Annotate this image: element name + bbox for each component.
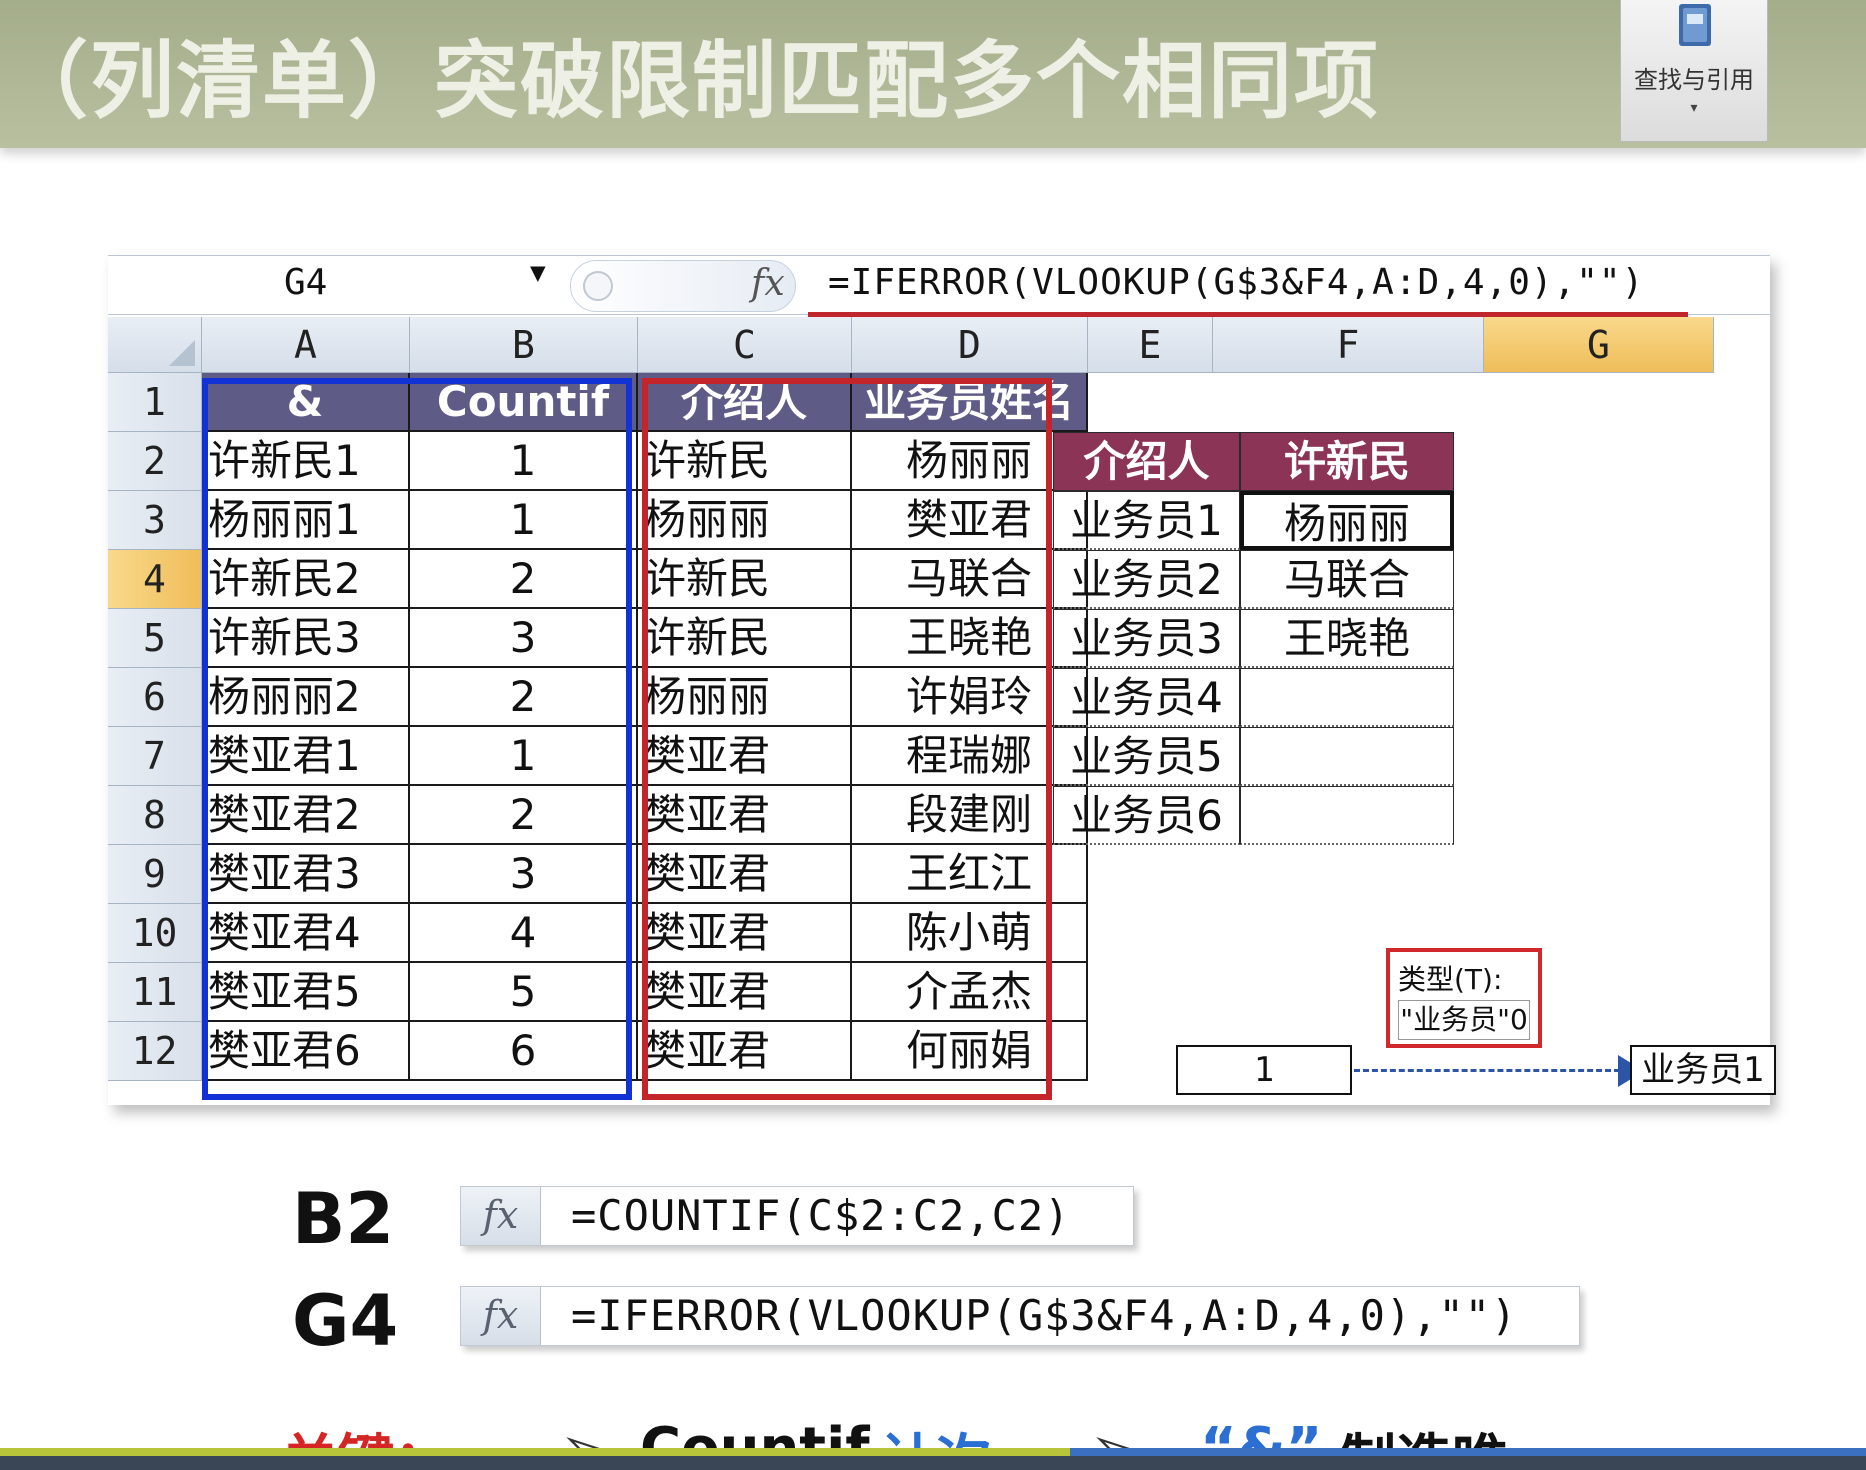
example-cell-label-g4: G4 (292, 1280, 399, 1362)
format-type-input[interactable]: "业务员"0 (1398, 1000, 1530, 1040)
example-formula-b2: =COUNTIF(C$2:C2,C2) (571, 1191, 1071, 1240)
progress-strip-green (0, 1448, 1070, 1456)
ribbon-button-label: 查找与引用 (1634, 66, 1754, 94)
lookup-reference-ribbon-button[interactable]: 查找与引用 ▾ (1620, 0, 1768, 142)
lookup-header-right[interactable]: 许新民 (1240, 432, 1454, 491)
example-formula-bar-b2: fx =COUNTIF(C$2:C2,C2) (460, 1186, 1134, 1246)
key-points-line: 关键： ➢ Countif 计次 ➢ “&” 制造唯一 (0, 1400, 1866, 1452)
example-formula-g4: =IFERROR(VLOOKUP(G$3&F4,A:D,4,0),"") (571, 1291, 1518, 1340)
format-demo-output: 业务员1 (1630, 1045, 1776, 1095)
column-header-e[interactable]: E (1088, 317, 1213, 373)
name-box-dropdown-icon[interactable]: ▼ (530, 258, 546, 288)
lookup-row-value[interactable]: 王晓艳 (1240, 609, 1454, 668)
key-point-make-unique: 制造唯一 (1340, 1416, 1564, 1452)
bullet-arrow-icon: ➢ (560, 1416, 607, 1452)
lookup-row-label[interactable]: 业务员1 (1053, 491, 1240, 550)
column-header-d[interactable]: D (852, 317, 1088, 373)
lookup-row-value[interactable] (1240, 668, 1454, 727)
format-demo-input: 1 (1176, 1045, 1352, 1095)
example-cell-label-b2: B2 (292, 1178, 395, 1260)
name-box[interactable]: G4 ▼ (108, 256, 568, 314)
lookup-row-value[interactable] (1240, 786, 1454, 845)
row-header-3[interactable]: 3 (108, 491, 202, 550)
column-header-g[interactable]: G (1484, 317, 1714, 373)
key-point-countif: Countif (640, 1416, 870, 1452)
slide-title-bar: （列清单）突破限制匹配多个相同项 查找与引用 ▾ (0, 0, 1866, 148)
format-type-label: 类型(T): (1398, 963, 1503, 996)
source-columns-highlight (642, 378, 1052, 1100)
row-header-12[interactable]: 12 (108, 1022, 202, 1081)
bullet-arrow-icon: ➢ (1090, 1416, 1137, 1452)
formula-bar: G4 ▼ fx =IFERROR(VLOOKUP(G$3&F4,A:D,4,0)… (108, 255, 1770, 318)
row-header-11[interactable]: 11 (108, 963, 202, 1022)
row-header-5[interactable]: 5 (108, 609, 202, 668)
fx-icon: fx (461, 1187, 541, 1245)
column-header-b[interactable]: B (410, 317, 638, 373)
chevron-down-icon[interactable]: ▾ (1621, 100, 1767, 116)
fx-icon: fx (461, 1287, 541, 1345)
excel-sheet-panel: G4 ▼ fx =IFERROR(VLOOKUP(G$3&F4,A:D,4,0)… (108, 255, 1776, 1105)
lookup-header-left[interactable]: 介绍人 (1053, 432, 1240, 491)
row-header-7[interactable]: 7 (108, 727, 202, 786)
insert-function-button[interactable]: fx (751, 263, 785, 304)
lookup-row-label[interactable]: 业务员3 (1053, 609, 1240, 668)
custom-format-dialog-snippet: 类型(T): "业务员"0 (1386, 948, 1542, 1048)
book-icon (1679, 4, 1711, 46)
key-label: 关键： (282, 1416, 450, 1452)
row-header-4[interactable]: 4 (108, 550, 202, 609)
lookup-row-value[interactable]: 马联合 (1240, 550, 1454, 609)
formula-bar-controls: fx (570, 260, 796, 312)
formula-input[interactable]: =IFERROR(VLOOKUP(G$3&F4,A:D,4,0),"") (828, 262, 1644, 303)
example-formula-bar-g4: fx =IFERROR(VLOOKUP(G$3&F4,A:D,4,0),"") (460, 1286, 1580, 1346)
column-header-a[interactable]: A (202, 317, 410, 373)
format-demo-arrow-line (1354, 1069, 1620, 1072)
key-point-count-times: 计次 (880, 1416, 992, 1452)
row-header-2[interactable]: 2 (108, 432, 202, 491)
helper-columns-highlight (202, 378, 632, 1100)
lookup-row-value[interactable] (1240, 727, 1454, 786)
lookup-row-label[interactable]: 业务员4 (1053, 668, 1240, 727)
key-point-ampersand: “&” (1200, 1416, 1323, 1452)
progress-strip-blue (1070, 1448, 1866, 1456)
row-header-8[interactable]: 8 (108, 786, 202, 845)
active-cell-g4[interactable]: 杨丽丽 (1240, 491, 1454, 550)
formula-bar-handle[interactable] (583, 271, 613, 301)
row-header-6[interactable]: 6 (108, 668, 202, 727)
lookup-row-label[interactable]: 业务员5 (1053, 727, 1240, 786)
row-header-10[interactable]: 10 (108, 904, 202, 963)
column-header-f[interactable]: F (1213, 317, 1484, 373)
lookup-row-label[interactable]: 业务员2 (1053, 550, 1240, 609)
name-box-value: G4 (284, 262, 328, 303)
lookup-row-label[interactable]: 业务员6 (1053, 786, 1240, 845)
row-header-9[interactable]: 9 (108, 845, 202, 904)
select-all-corner[interactable] (108, 317, 202, 373)
row-header-1[interactable]: 1 (108, 373, 202, 432)
slide-title: （列清单）突破限制匹配多个相同项 (4, 32, 1381, 130)
column-header-c[interactable]: C (638, 317, 852, 373)
